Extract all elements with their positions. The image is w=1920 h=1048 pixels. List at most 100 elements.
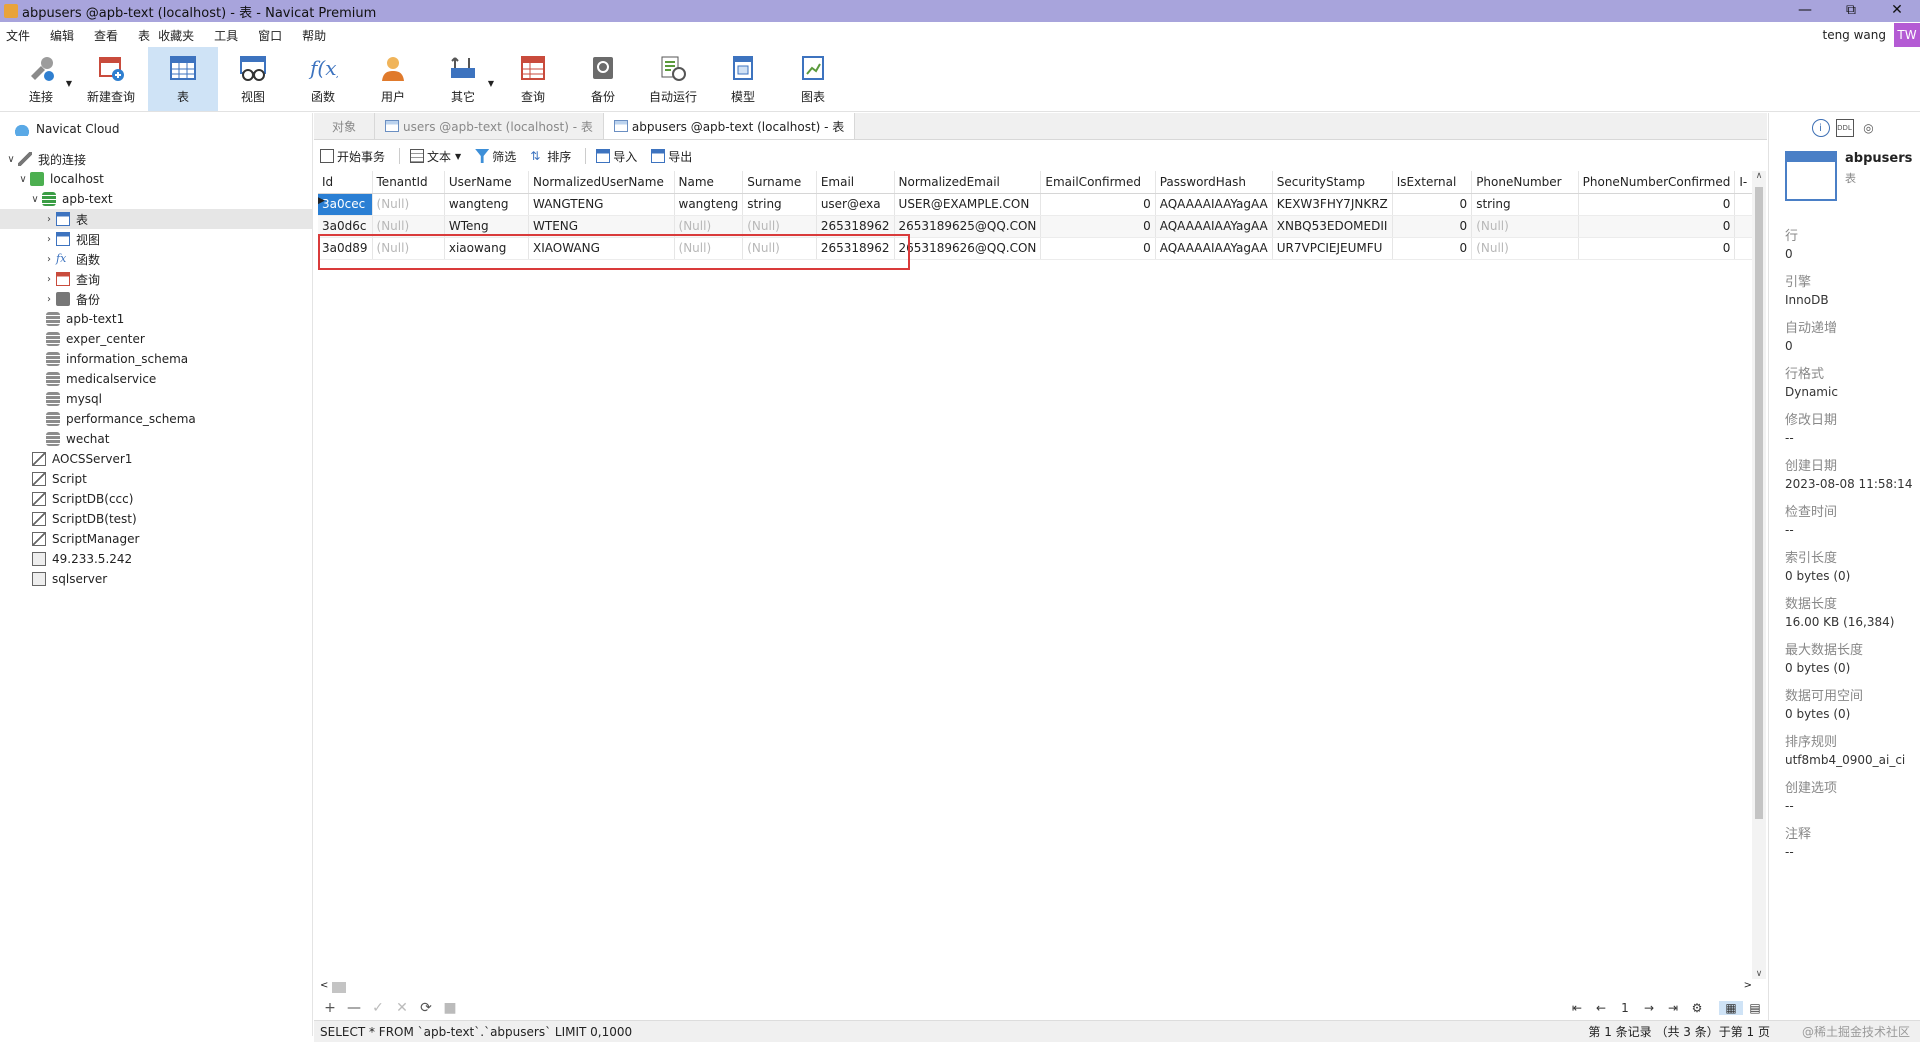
grid-cell[interactable]: AQAAAAIAAYagAA [1155,237,1273,260]
scroll-thumb[interactable] [332,982,346,993]
last-page-icon[interactable]: ⇥ [1661,1001,1685,1015]
avatar[interactable]: TW [1894,23,1920,47]
chevron-down-icon[interactable]: ∨ [4,154,18,165]
filter-button[interactable]: 筛选 [475,148,516,165]
grid-cell[interactable]: 0 [1040,215,1156,238]
tree-db-item[interactable]: wechat [46,429,109,449]
tree-views[interactable]: › 视图 [42,229,100,249]
vertical-scrollbar[interactable]: ∧ ∨ [1752,171,1766,979]
menu-table[interactable]: 表 [138,27,150,44]
export-button[interactable]: 导出 [651,148,692,165]
apply-icon[interactable]: ✓ [366,1000,390,1016]
column-header[interactable]: TenantId [372,171,445,194]
column-header[interactable]: NormalizedEmail [894,171,1042,194]
add-record-icon[interactable]: + [318,1000,342,1016]
tree-connection-item[interactable]: AOCSServer1 [32,449,132,469]
table-button[interactable]: 表 [148,47,218,111]
column-header[interactable]: Name [674,171,744,194]
column-header[interactable]: NormalizedUserName [528,171,675,194]
function-button[interactable]: f(x) 函数 [288,47,358,111]
tree-db-item[interactable]: apb-text1 [46,309,124,329]
grid-cell[interactable]: AQAAAAIAAYagAA [1155,215,1273,238]
auto-run-button[interactable]: 自动运行 [638,47,708,111]
chevron-down-icon[interactable]: ▼ [66,79,72,88]
tree-db-item[interactable]: information_schema [46,349,188,369]
first-page-icon[interactable]: ⇤ [1565,1001,1589,1015]
grid-cell[interactable]: AQAAAAIAAYagAA [1155,193,1273,216]
grid-view-icon[interactable]: ▦ [1719,1001,1743,1015]
column-header[interactable]: UserName [444,171,530,194]
grid-cell[interactable] [1734,237,1754,260]
grid-cell[interactable]: (Null) [1471,237,1579,260]
chevron-right-icon[interactable]: > [1744,980,1752,991]
stop-icon[interactable]: ■ [438,1000,462,1016]
grid-cell[interactable]: 0 [1578,193,1736,216]
menu-help[interactable]: 帮助 [302,27,326,44]
menu-favorites[interactable]: 收藏夹 [158,27,194,44]
menu-view[interactable]: 查看 [94,27,118,44]
data-grid[interactable]: Id TenantId UserName NormalizedUserName … [318,171,1754,980]
grid-cell[interactable]: user@exa [816,193,895,216]
tree-connection-item[interactable]: ScriptManager [32,529,139,549]
restore-icon[interactable]: ⧉ [1828,0,1874,22]
grid-cell[interactable]: WANGTENG [528,193,675,216]
tree-db-item[interactable]: performance_schema [46,409,196,429]
grid-cell[interactable]: 2653189625@QQ.CON [894,215,1042,238]
preview-icon[interactable]: ◎ [1860,119,1878,137]
chevron-right-icon[interactable]: › [42,294,56,305]
grid-cell[interactable]: wangteng [674,193,744,216]
grid-cell[interactable]: (Null) [372,193,445,216]
chevron-right-icon[interactable]: › [42,274,56,285]
grid-cell[interactable]: 0 [1040,193,1156,216]
grid-cell[interactable]: UR7VPCIEJEUMFU [1272,237,1393,260]
chevron-left-icon[interactable]: < [320,980,328,991]
new-query-button[interactable]: 新建查询 [76,47,146,111]
tree-db-item[interactable]: exper_center [46,329,145,349]
begin-transaction-button[interactable]: 开始事务 [320,148,385,165]
column-header[interactable]: Id [318,171,373,194]
tab-abpusers-table[interactable]: abpusers @apb-text (localhost) - 表 [603,113,856,139]
next-page-icon[interactable]: → [1637,1001,1661,1015]
text-button[interactable]: 文本 ▼ [410,148,461,165]
refresh-icon[interactable]: ⟳ [414,1000,438,1016]
tree-db-apb-text[interactable]: ∨ apb-text [28,189,113,209]
horizontal-scrollbar[interactable]: < > [318,980,1754,994]
chevron-right-icon[interactable]: › [42,254,56,265]
column-header[interactable]: Surname [742,171,817,194]
column-header[interactable]: PasswordHash [1155,171,1273,194]
page-number[interactable]: 1 [1613,1001,1637,1015]
ddl-icon[interactable]: DDL [1835,119,1854,137]
chevron-right-icon[interactable]: › [42,214,56,225]
grid-cell[interactable]: 0 [1578,215,1736,238]
import-button[interactable]: 导入 [596,148,637,165]
chart-button[interactable]: 图表 [778,47,848,111]
grid-cell[interactable]: (Null) [1471,215,1579,238]
tree-db-item[interactable]: medicalservice [46,369,156,389]
column-header[interactable]: PhoneNumberConfirmed [1578,171,1736,194]
tree-tables[interactable]: › 表 [0,209,312,229]
other-button[interactable]: 其它 ▼ [428,47,498,111]
column-header[interactable]: Email [816,171,895,194]
tree-backups[interactable]: › 备份 [42,289,100,309]
menu-edit[interactable]: 编辑 [50,27,74,44]
tree-connection-item[interactable]: sqlserver [32,569,107,589]
query-button[interactable]: 查询 [498,47,568,111]
chevron-up-icon[interactable]: ∧ [1752,171,1766,181]
tree-connection-item[interactable]: ScriptDB(ccc) [32,489,133,509]
column-header[interactable]: SecurityStamp [1272,171,1393,194]
tab-users-table[interactable]: users @apb-text (localhost) - 表 [375,113,604,139]
tab-objects[interactable]: 对象 [314,113,376,139]
user-button[interactable]: 用户 [358,47,428,111]
grid-cell[interactable]: wangteng [444,193,530,216]
grid-cell[interactable]: KEXW3FHY7JNKRZ [1272,193,1393,216]
grid-cell[interactable]: 2653189626@QQ.CON [894,237,1042,260]
grid-cell[interactable]: string [742,193,817,216]
close-icon[interactable]: ✕ [1874,0,1920,22]
backup-button[interactable]: 备份 [568,47,638,111]
table-row[interactable]: 3a0cec (Null) wangteng WANGTENG wangteng… [318,193,1754,216]
grid-cell[interactable]: 0 [1392,193,1473,216]
column-header[interactable]: IsExternal [1392,171,1473,194]
tree-localhost[interactable]: ∨ localhost [16,169,104,189]
grid-cell[interactable] [1734,215,1754,238]
chevron-down-icon[interactable]: ∨ [28,194,42,205]
